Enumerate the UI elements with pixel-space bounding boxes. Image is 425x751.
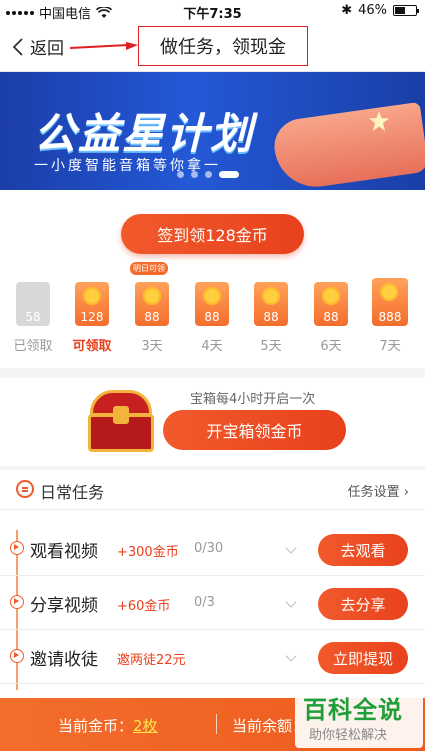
tomorrow-tag: 明日可领: [130, 262, 168, 275]
day-coin: 88: [135, 282, 169, 326]
coin-icon: [143, 287, 161, 305]
watermark-subtitle: 助你轻松解决: [309, 728, 388, 743]
sign-in-days: 明日可领 58 已领取 128 可领取 88 3天 88 4天 88 5天 88…: [0, 262, 425, 362]
day-label: 7天: [379, 339, 401, 354]
tasks-title: 日常任务: [40, 483, 105, 502]
day-item: 88 4天: [192, 282, 232, 354]
carousel-dot[interactable]: [191, 171, 198, 178]
coin-icon: [83, 287, 101, 305]
day-coin: 88: [254, 282, 288, 326]
day-coin: 58: [16, 282, 50, 326]
day-coin: 888: [372, 278, 408, 326]
day-label: 5天: [260, 339, 282, 354]
watermark-logo: 百科全说 助你轻松解决: [295, 688, 423, 748]
treasure-chest-icon[interactable]: [86, 390, 156, 454]
back-button[interactable]: 返回: [12, 34, 64, 59]
page-title: 做任务，领现金: [138, 26, 308, 66]
coin-icon: [380, 283, 398, 301]
nav-bar: 返回 做任务，领现金: [0, 22, 425, 72]
coin-icon: [262, 287, 280, 305]
chevron-down-icon[interactable]: [285, 650, 297, 662]
day-coin: 88: [314, 282, 348, 326]
day-item: 88 3天: [132, 282, 172, 354]
carousel-dot[interactable]: [177, 171, 184, 178]
play-icon: [10, 541, 24, 555]
user-icon: [10, 649, 24, 663]
day-item: 888 7天: [370, 278, 410, 354]
star-icon: [369, 111, 389, 131]
status-bar: 中国电信 下午7:35 ✱ 46%: [0, 0, 425, 22]
day-amount: 88: [204, 310, 220, 324]
coin-icon: [322, 287, 340, 305]
battery-percent: 46%: [358, 3, 387, 18]
withdraw-button[interactable]: 立即提现: [318, 642, 408, 674]
annotation-arrow-icon: [70, 42, 138, 50]
open-treasure-button[interactable]: 开宝箱领金币: [163, 410, 346, 450]
day-coin: 128: [75, 282, 109, 326]
chevron-left-icon: [12, 37, 23, 56]
task-reward: +60金币: [117, 599, 171, 614]
task-settings-link[interactable]: 任务设置 ›: [348, 481, 409, 500]
hand-illustration: [270, 101, 425, 190]
carousel-dot[interactable]: [205, 171, 212, 178]
sign-in-button[interactable]: 签到领128金币: [121, 214, 304, 254]
status-right: ✱ 46%: [341, 3, 419, 18]
day-amount: 88: [144, 310, 160, 324]
bluetooth-icon: ✱: [341, 3, 353, 18]
treasure-card: 宝箱每4小时开启一次 开宝箱领金币: [0, 378, 425, 466]
tasks-header: 日常任务 任务设置 ›: [0, 470, 425, 510]
day-label: 可领取: [72, 339, 112, 354]
task-reward: 邀两徒22元: [117, 653, 186, 668]
task-progress: 0/30: [194, 541, 224, 556]
day-amount: 58: [25, 310, 41, 324]
coins-label: 当前金币：: [58, 717, 134, 735]
coins-display: 当前金币：2枚: [58, 715, 158, 736]
lock-icon: [113, 406, 129, 424]
task-progress: 0/3: [194, 595, 215, 610]
day-amount: 88: [263, 310, 279, 324]
share-button[interactable]: 去分享: [318, 588, 408, 620]
promo-banner[interactable]: 公益星计划 一小度智能音箱等你拿一: [0, 72, 425, 190]
back-label: 返回: [30, 39, 64, 59]
chevron-down-icon[interactable]: [285, 542, 297, 554]
watch-button[interactable]: 去观看: [318, 534, 408, 566]
battery-icon: [393, 5, 419, 16]
day-amount: 88: [323, 310, 339, 324]
banner-headline: 公益星计划: [34, 109, 255, 158]
task-name: 分享视频: [30, 596, 98, 616]
day-item: 88 6天: [311, 282, 351, 354]
chevron-down-icon[interactable]: [285, 596, 297, 608]
treasure-hint: 宝箱每4小时开启一次: [190, 392, 316, 407]
task-reward: +300金币: [117, 545, 179, 560]
task-row: 邀请收徒 邀两徒22元 立即提现: [0, 630, 425, 684]
task-list-icon: [16, 480, 34, 498]
sign-in-card: 签到领128金币 明日可领 58 已领取 128 可领取 88 3天 88 4天…: [0, 190, 425, 368]
share-icon: [10, 595, 24, 609]
coins-value[interactable]: 2枚: [133, 717, 158, 735]
day-amount: 128: [80, 310, 104, 324]
day-label: 6天: [320, 339, 342, 354]
task-row: 分享视频 +60金币 0/3 去分享: [0, 576, 425, 630]
day-amount: 888: [378, 310, 402, 324]
task-row: 观看视频 +300金币 0/30 去观看: [0, 522, 425, 576]
task-name: 观看视频: [30, 542, 98, 562]
day-item[interactable]: 128 可领取: [72, 282, 112, 354]
task-name: 邀请收徒: [30, 650, 98, 670]
day-item: 58 已领取: [13, 282, 53, 354]
carousel-dot-active[interactable]: [219, 171, 239, 178]
divider: [216, 714, 217, 734]
day-item: 88 5天: [251, 282, 291, 354]
coin-icon: [203, 287, 221, 305]
watermark-title: 百科全说: [303, 696, 403, 724]
day-label: 3天: [141, 339, 163, 354]
day-label: 4天: [201, 339, 223, 354]
day-label: 已领取: [13, 339, 53, 354]
carousel-indicator[interactable]: [177, 171, 239, 178]
day-coin: 88: [195, 282, 229, 326]
